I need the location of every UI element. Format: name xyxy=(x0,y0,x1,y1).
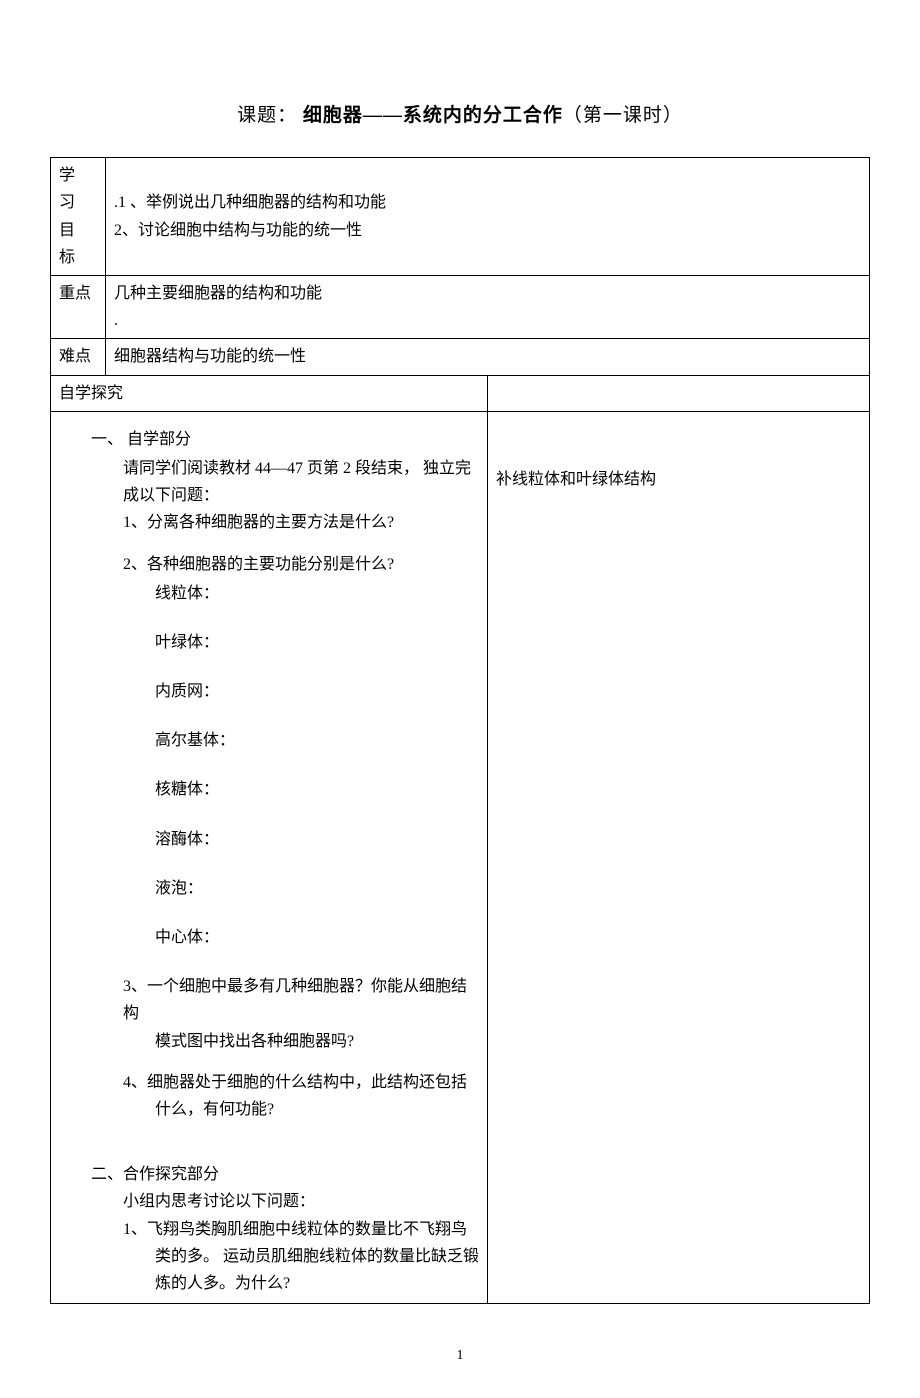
section2-q1c: 炼的人多。为什么? xyxy=(91,1270,479,1297)
title-suffix: （第一课时） xyxy=(563,105,683,126)
section2-heading: 二、合作探究部分 xyxy=(91,1161,479,1188)
page-number: 1 xyxy=(50,1344,870,1368)
organelle-mitochondria: 线粒体： xyxy=(91,580,479,607)
organelle-centrosome: 中心体： xyxy=(91,924,479,951)
section1-q4a: 4、细胞器处于细胞的什么结构中，此结构还包括 xyxy=(91,1069,479,1096)
goals-text: .1 、举例说出几种细胞器的结构和功能 2、讨论细胞中结构与功能的统一性 xyxy=(106,158,870,276)
main-table: 学习目标 .1 、举例说出几种细胞器的结构和功能 2、讨论细胞中结构与功能的统一… xyxy=(50,157,870,1304)
right-note: 补线粒体和叶绿体结构 xyxy=(496,416,861,493)
section1-q4b: 什么，有何功能? xyxy=(91,1096,479,1123)
self-study-label: 自学探究 xyxy=(51,375,488,411)
title-prefix: 课题： xyxy=(237,105,297,126)
section1-q2: 2、各种细胞器的主要功能分别是什么? xyxy=(91,551,479,578)
organelle-vacuole: 液泡： xyxy=(91,875,479,902)
organelle-golgi: 高尔基体： xyxy=(91,727,479,754)
organelle-lysosome: 溶酶体： xyxy=(91,826,479,853)
goals-label: 学习目标 xyxy=(51,158,106,276)
note-cell: 补线粒体和叶绿体结构 xyxy=(488,411,870,1303)
section1-intro1: 请同学们阅读教材 44—47 页第 2 段结束， 独立完 xyxy=(91,455,479,482)
focus-text: 几种主要细胞器的结构和功能 . xyxy=(106,276,870,339)
organelle-ribosome: 核糖体： xyxy=(91,776,479,803)
table-row: 一、 自学部分 请同学们阅读教材 44—47 页第 2 段结束， 独立完 成以下… xyxy=(51,411,870,1303)
organelle-er: 内质网： xyxy=(91,678,479,705)
page-title: 课题： 细胞器——系统内的分工合作（第一课时） xyxy=(50,100,870,132)
empty-cell xyxy=(488,375,870,411)
section1-q1: 1、分离各种细胞器的主要方法是什么? xyxy=(91,509,479,536)
difficulty-label: 难点 xyxy=(51,339,106,375)
section1-heading: 一、 自学部分 xyxy=(91,426,479,453)
section1-q3a: 3、一个细胞中最多有几种细胞器？你能从细胞结构 xyxy=(91,973,479,1027)
focus-label: 重点 xyxy=(51,276,106,339)
table-row: 自学探究 xyxy=(51,375,870,411)
table-row: 难点 细胞器结构与功能的统一性 xyxy=(51,339,870,375)
section1-q3b: 模式图中找出各种细胞器吗? xyxy=(91,1028,479,1055)
organelle-chloroplast: 叶绿体： xyxy=(91,629,479,656)
section2-q1a: 1、飞翔鸟类胸肌细胞中线粒体的数量比不飞翔鸟 xyxy=(91,1216,479,1243)
table-row: 学习目标 .1 、举例说出几种细胞器的结构和功能 2、讨论细胞中结构与功能的统一… xyxy=(51,158,870,276)
section1-intro2: 成以下问题： xyxy=(91,482,479,509)
table-row: 重点 几种主要细胞器的结构和功能 . xyxy=(51,276,870,339)
content-cell: 一、 自学部分 请同学们阅读教材 44—47 页第 2 段结束， 独立完 成以下… xyxy=(51,411,488,1303)
section2-intro: 小组内思考讨论以下问题： xyxy=(91,1188,479,1215)
section2-q1b: 类的多。 运动员肌细胞线粒体的数量比缺乏锻 xyxy=(91,1243,479,1270)
difficulty-text: 细胞器结构与功能的统一性 xyxy=(106,339,870,375)
title-main: 细胞器——系统内的分工合作 xyxy=(303,105,563,126)
